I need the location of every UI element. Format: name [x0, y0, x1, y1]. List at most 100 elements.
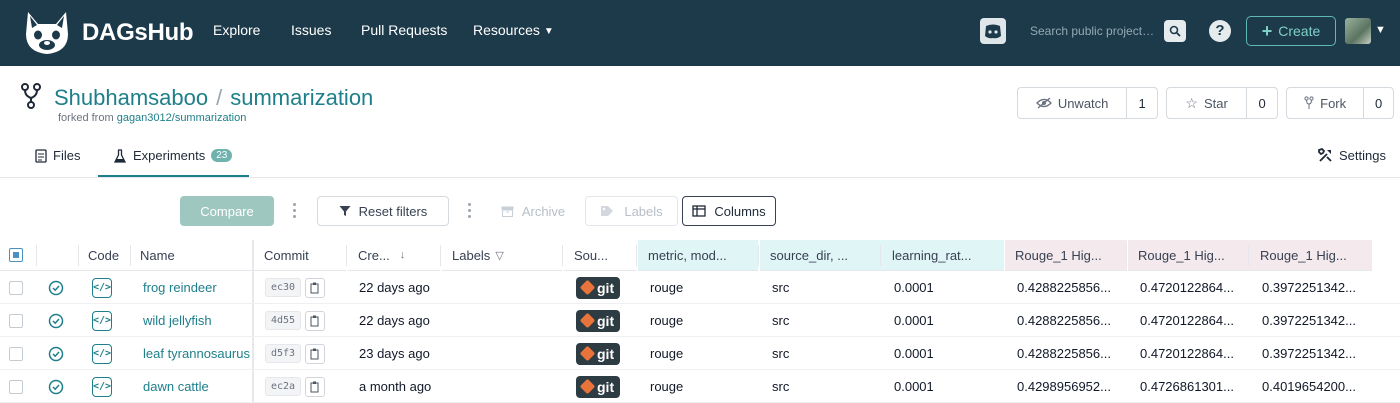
git-source-badge[interactable]: git: [576, 276, 621, 299]
copy-icon[interactable]: [305, 310, 326, 331]
code-icon[interactable]: </>: [92, 277, 112, 298]
header-divider: [1248, 245, 1249, 266]
search-icon[interactable]: [1164, 20, 1186, 42]
nav-resources-label: Resources: [473, 22, 540, 38]
header-divider: [758, 245, 759, 266]
select-all-checkbox[interactable]: [9, 248, 23, 262]
copy-icon[interactable]: [305, 277, 326, 298]
forked-from-link[interactable]: gagan3012/summarization: [117, 112, 247, 124]
experiment-name-link[interactable]: dawn cattle: [143, 370, 209, 403]
experiment-name-link[interactable]: frog reindeer: [143, 271, 217, 304]
sort-desc-icon[interactable]: ↓: [400, 249, 406, 261]
commit-hash[interactable]: 4d55: [265, 311, 302, 330]
tab-files[interactable]: Files: [35, 148, 80, 163]
labels-button[interactable]: Labels: [585, 196, 678, 226]
source-dir-value: src: [772, 280, 790, 295]
repo-separator: /: [216, 85, 223, 110]
unwatch-button[interactable]: Unwatch: [1018, 88, 1128, 118]
header-learning-rate[interactable]: learning_rat...: [882, 240, 1004, 271]
table-row[interactable]: </> dawn cattle ec2a a month ago git rou…: [0, 370, 1400, 403]
status-success-icon: [48, 337, 64, 370]
commit-hash[interactable]: d5f3: [265, 344, 302, 363]
filter-funnel-icon[interactable]: ▽: [495, 249, 503, 262]
discord-icon[interactable]: [980, 18, 1006, 44]
create-button[interactable]: + Create: [1246, 16, 1336, 46]
git-source-badge[interactable]: git: [576, 375, 621, 398]
more-options-icon-2[interactable]: [468, 203, 472, 218]
plus-icon: +: [1261, 21, 1273, 41]
avatar-chevron-down-icon[interactable]: ▼: [1375, 24, 1386, 36]
table-row[interactable]: </> frog reindeer ec30 22 days ago git r…: [0, 271, 1400, 304]
rouge1-c-value: 0.4019654200...: [1262, 379, 1356, 394]
search-bar[interactable]: Search public projects...: [1024, 18, 1190, 44]
columns-button[interactable]: Columns: [682, 196, 776, 226]
header-rouge1-a[interactable]: Rouge_1 Hig...: [1005, 240, 1127, 271]
rouge1-c-value: 0.3972251342...: [1262, 313, 1356, 328]
header-source[interactable]: Sou...: [564, 240, 636, 271]
nav-issues[interactable]: Issues: [291, 22, 331, 38]
row-checkbox[interactable]: [9, 379, 23, 394]
header-divider: [636, 245, 637, 266]
repo-owner-link[interactable]: Shubhamsaboo: [54, 85, 208, 110]
code-icon[interactable]: </>: [92, 376, 112, 397]
learning-rate-value: 0.0001: [894, 280, 934, 295]
header-divider: [1126, 245, 1127, 266]
commit-hash[interactable]: ec2a: [265, 377, 302, 396]
fork-count[interactable]: 0: [1364, 88, 1393, 118]
row-checkbox[interactable]: [9, 313, 23, 328]
header-rouge1-c[interactable]: Rouge_1 Hig...: [1250, 240, 1372, 271]
copy-icon[interactable]: [305, 343, 326, 364]
header-labels[interactable]: Labels ▽: [442, 240, 562, 271]
code-icon[interactable]: </>: [92, 310, 112, 331]
tab-experiments[interactable]: Experiments 23: [113, 148, 233, 163]
tab-settings[interactable]: Settings: [1318, 148, 1386, 163]
header-code[interactable]: Code: [78, 240, 130, 271]
star-button[interactable]: ☆ Star: [1167, 88, 1248, 118]
nav-pull-requests[interactable]: Pull Requests: [361, 22, 447, 38]
create-label: Create: [1278, 23, 1321, 39]
header-divider: [880, 245, 881, 266]
header-metric[interactable]: metric, mod...: [638, 240, 758, 271]
header-created[interactable]: Cre... ↓: [348, 240, 440, 271]
source-dir-value: src: [772, 346, 790, 361]
repo-name-link[interactable]: summarization: [230, 85, 373, 110]
compare-button[interactable]: Compare: [180, 196, 274, 226]
watch-count[interactable]: 1: [1127, 88, 1157, 118]
row-checkbox[interactable]: [9, 280, 23, 295]
star-label: Star: [1203, 95, 1228, 111]
commit-hash[interactable]: ec30: [265, 278, 302, 297]
header-divider: [36, 245, 37, 266]
git-label: git: [597, 312, 615, 329]
experiment-name-link[interactable]: leaf tyrannosaurus: [143, 337, 250, 370]
reset-filters-label: Reset filters: [358, 203, 428, 219]
star-count[interactable]: 0: [1247, 88, 1277, 118]
table-row[interactable]: </> wild jellyfish 4d55 22 days ago git …: [0, 304, 1400, 337]
rouge1-b-value: 0.4726861301...: [1140, 379, 1234, 394]
nav-resources[interactable]: Resources ▼: [473, 22, 554, 38]
header-commit[interactable]: Commit: [254, 240, 346, 271]
rouge1-b-value: 0.4720122864...: [1140, 346, 1234, 361]
file-icon: [35, 148, 47, 163]
table-row[interactable]: </> leaf tyrannosaurus d5f3 23 days ago …: [0, 337, 1400, 370]
experiment-name-link[interactable]: wild jellyfish: [143, 304, 212, 337]
search-input[interactable]: Search public projects...: [1024, 24, 1158, 38]
user-avatar[interactable]: [1345, 18, 1371, 44]
header-labels-label: Labels: [452, 247, 491, 263]
header-divider: [346, 245, 347, 266]
code-icon[interactable]: </>: [92, 343, 112, 364]
header-name[interactable]: Name: [130, 240, 252, 271]
copy-icon[interactable]: [305, 376, 326, 397]
brand-logo[interactable]: DAGsHub: [20, 8, 194, 58]
archive-button[interactable]: Archive: [494, 196, 572, 226]
fork-button[interactable]: Fork: [1287, 88, 1365, 118]
reset-filters-button[interactable]: Reset filters: [317, 196, 449, 226]
more-options-icon[interactable]: [293, 203, 297, 218]
header-divider: [440, 245, 441, 266]
header-source-dir[interactable]: source_dir, ...: [760, 240, 882, 271]
header-rouge1-b[interactable]: Rouge_1 Hig...: [1128, 240, 1250, 271]
nav-explore[interactable]: Explore: [213, 22, 260, 38]
help-icon[interactable]: ?: [1209, 20, 1231, 42]
git-source-badge[interactable]: git: [576, 342, 621, 365]
git-source-badge[interactable]: git: [576, 309, 621, 332]
row-checkbox[interactable]: [9, 346, 23, 361]
